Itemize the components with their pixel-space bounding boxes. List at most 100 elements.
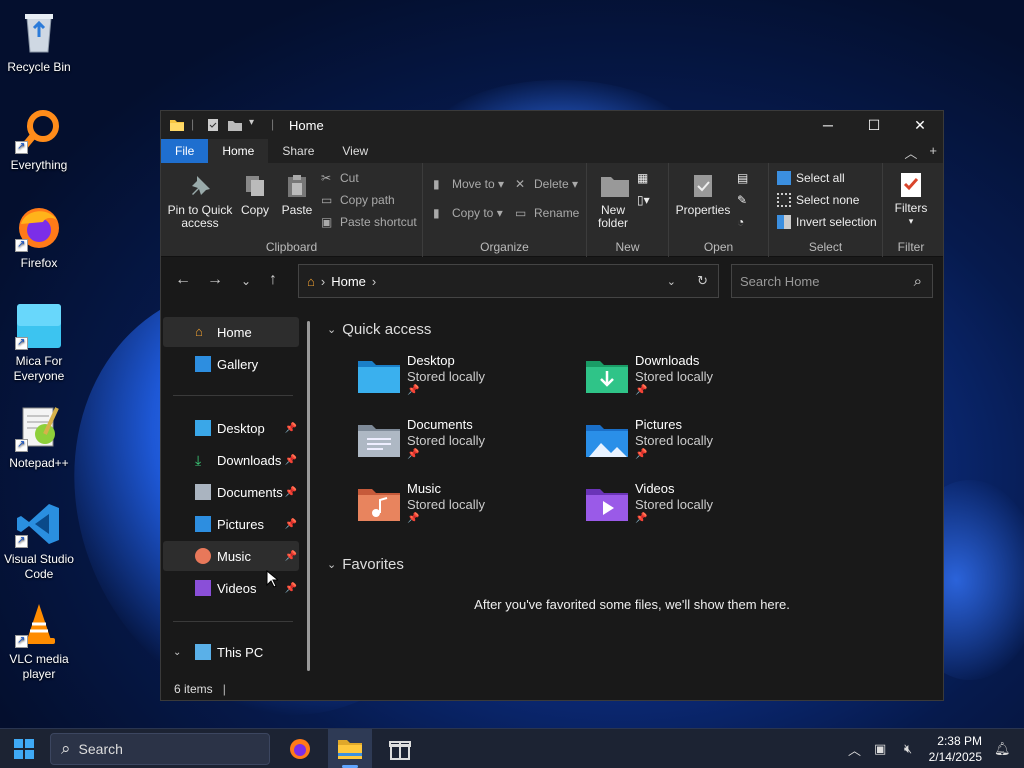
start-button[interactable] <box>2 729 46 768</box>
minimize-button[interactable]: ─ <box>805 111 851 139</box>
tab-file[interactable]: File <box>161 139 209 163</box>
expand-chevron-icon[interactable]: ⌄ <box>173 647 181 658</box>
ribbon: Pin to Quick access Copy Paste ✂ Cut ▭ Cop… <box>161 163 943 257</box>
select-all-button[interactable]: Select all <box>777 171 845 185</box>
new-item-button[interactable]: ▦ <box>637 171 656 185</box>
customize-quick-access-icon[interactable]: ▾ <box>249 117 265 133</box>
pictures-folder-icon <box>585 423 629 459</box>
desktop-icon-vscode[interactable]: Visual Studio Code <box>0 500 78 582</box>
ribbon-tabs: File Home Share View ︿ + <box>161 139 943 163</box>
sidebar-item-music[interactable]: Music 📌 <box>163 541 299 571</box>
desktop-icon-vlc[interactable]: VLC media player <box>0 600 78 682</box>
sidebar-item-home[interactable]: ⌂ Home <box>163 317 299 347</box>
sidebar-item-documents[interactable]: Documents 📌 <box>163 477 299 507</box>
music-icon <box>195 548 211 564</box>
history-button[interactable]: ◔ <box>737 215 756 229</box>
taskbar-clock[interactable]: 2:38 PM 2/14/2025 <box>929 733 982 765</box>
tab-home[interactable]: Home <box>208 139 269 163</box>
tab-share[interactable]: Share <box>268 139 328 163</box>
taskbar-search[interactable]: ⌕ Search <box>50 733 270 765</box>
tile-documents[interactable]: Documents Stored locally 📌 <box>357 417 577 473</box>
path-field[interactable]: ⌂ › Home › ⌄ ↻ <box>298 264 719 298</box>
taskbar-firefox[interactable] <box>278 729 322 768</box>
close-button[interactable]: ✕ <box>897 111 943 139</box>
desktop-icon-label: Visual Studio Code <box>4 552 74 581</box>
desktop-icon-mica[interactable]: Mica For Everyone <box>0 302 78 384</box>
copy-to-icon: ▮ <box>433 206 440 220</box>
copy-button[interactable]: Copy <box>235 173 275 217</box>
edit-button[interactable]: ✎ <box>737 193 756 207</box>
copy-path-button[interactable]: ▭ Copy path <box>321 193 395 207</box>
mica-icon <box>15 302 63 350</box>
desktop-icon-notepadpp[interactable]: Notepad++ <box>0 404 78 471</box>
refresh-icon[interactable]: ↻ <box>697 273 708 289</box>
filters-button[interactable]: Filters ▾ <box>889 171 933 228</box>
sidebar-item-pictures[interactable]: Pictures 📌 <box>163 509 299 539</box>
taskbar-app[interactable] <box>378 729 422 768</box>
desktop-icon-everything[interactable]: Everything <box>0 106 78 173</box>
address-dropdown-icon[interactable]: ⌄ <box>667 275 676 288</box>
desktop-icon-firefox[interactable]: Firefox <box>0 204 78 271</box>
tab-view[interactable]: View <box>328 139 382 163</box>
favorites-header[interactable]: ⌄ Favorites <box>327 556 404 573</box>
recent-locations-icon[interactable]: ⌄ <box>241 274 251 288</box>
favorites-empty-message: After you've favorited some files, we'll… <box>474 597 790 612</box>
group-label-clipboard: Clipboard <box>265 240 318 254</box>
clock-time: 2:38 PM <box>937 734 982 748</box>
new-folder-quick-icon[interactable] <box>227 117 243 133</box>
up-arrow-icon[interactable]: ↑ <box>269 271 277 289</box>
properties-button[interactable]: Properties <box>673 173 733 217</box>
invert-selection-button[interactable]: Invert selection <box>777 215 877 229</box>
recycle-bin-icon <box>15 8 63 56</box>
sidebar-item-videos[interactable]: Videos 📌 <box>163 573 299 603</box>
new-tab-icon[interactable]: + <box>929 143 937 162</box>
quick-access-header[interactable]: ⌄ Quick access <box>327 321 431 338</box>
maximize-button[interactable]: ☐ <box>851 111 897 139</box>
notifications-button[interactable]: 🔔︎ <box>994 729 1011 768</box>
documents-folder-icon <box>357 423 401 459</box>
tile-desktop[interactable]: Desktop Stored locally 📌 <box>357 353 577 409</box>
search-icon[interactable]: ⌕ <box>914 273 922 290</box>
select-none-button[interactable]: Select none <box>777 193 859 207</box>
content-pane: ⌄ Quick access Desktop Stored locally 📌 … <box>321 311 943 679</box>
taskbar-file-explorer[interactable] <box>328 729 372 768</box>
sidebar-item-downloads[interactable]: ⤓ Downloads 📌 <box>163 445 299 475</box>
desktop-icon-recycle-bin[interactable]: Recycle Bin <box>0 8 78 75</box>
sidebar-item-gallery[interactable]: Gallery <box>163 349 299 379</box>
open-button[interactable]: ▤ <box>737 171 756 185</box>
chevron-down-icon: ⌄ <box>327 324 337 336</box>
tile-videos[interactable]: Videos Stored locally 📌 <box>585 481 805 537</box>
move-to-button[interactable]: ▮ Move to ▾ <box>433 177 504 191</box>
new-folder-button[interactable]: New folder <box>591 173 635 230</box>
pin-to-quick-access-button[interactable]: Pin to Quick access <box>167 173 233 230</box>
move-to-icon: ▮ <box>433 177 440 191</box>
show-hidden-icons-button[interactable]: ︿ <box>848 729 861 768</box>
breadcrumb-home[interactable]: Home <box>331 274 366 289</box>
tile-downloads[interactable]: Downloads Stored locally 📌 <box>585 353 805 409</box>
easy-access-button[interactable]: ▯▾ <box>637 193 656 207</box>
back-arrow-icon[interactable]: ← <box>175 271 191 289</box>
volume-status[interactable]: 🔇︎ <box>904 729 912 768</box>
sidebar-item-desktop[interactable]: Desktop 📌 <box>163 413 299 443</box>
network-status[interactable]: ▣ <box>874 729 886 768</box>
rename-button[interactable]: ▭ Rename <box>515 206 579 220</box>
search-input[interactable]: Search Home ⌕ <box>731 264 933 298</box>
ribbon-group-new: New folder ▦ ▯▾ New <box>587 163 669 257</box>
paste-shortcut-button[interactable]: ▣ Paste shortcut <box>321 215 417 229</box>
sidebar-item-this-pc[interactable]: ⌄ This PC <box>163 637 299 667</box>
collapse-ribbon-icon[interactable]: ︿ <box>904 143 917 162</box>
forward-arrow-icon[interactable]: → <box>207 271 223 289</box>
ribbon-group-select: Select all Select none Invert selection … <box>769 163 883 257</box>
bell-icon: 🔔︎ <box>994 741 1011 756</box>
network-icon: ▣ <box>874 741 887 756</box>
cut-button[interactable]: ✂ Cut <box>321 171 359 185</box>
tile-pictures[interactable]: Pictures Stored locally 📌 <box>585 417 805 473</box>
delete-icon: ✕ <box>515 177 526 191</box>
properties-quick-icon[interactable] <box>205 117 221 133</box>
sidebar-scrollbar[interactable] <box>307 321 310 671</box>
paste-button[interactable]: Paste <box>277 173 317 217</box>
delete-button[interactable]: ✕ Delete ▾ <box>515 177 578 191</box>
group-label-organize: Organize <box>480 240 529 254</box>
copy-to-button[interactable]: ▮ Copy to ▾ <box>433 206 503 220</box>
tile-music[interactable]: Music Stored locally 📌 <box>357 481 577 537</box>
